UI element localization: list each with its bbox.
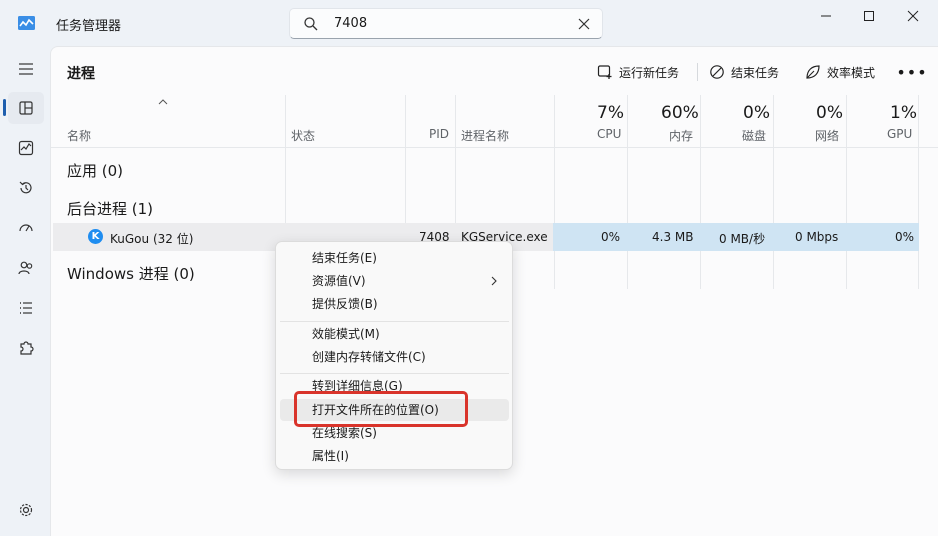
column-header-gpu[interactable]: GPU <box>887 127 912 141</box>
menu-item-resource-values[interactable]: 资源值(V) <box>280 270 509 292</box>
column-header-cpu[interactable]: CPU <box>597 127 621 141</box>
disk-total[interactable]: 0% <box>743 103 770 123</box>
column-header-process-name[interactable]: 进程名称 <box>461 127 509 144</box>
nav-details[interactable] <box>8 292 44 324</box>
toolbar-divider <box>697 63 698 81</box>
close-icon <box>907 10 919 22</box>
column-header-status[interactable]: 状态 <box>291 127 315 144</box>
group-windows-processes: Windows 进程 (0) <box>67 265 195 283</box>
maximize-button[interactable] <box>846 0 892 32</box>
column-divider <box>554 95 555 289</box>
gear-icon <box>19 503 33 517</box>
efficiency-mode-button[interactable]: 效率模式 <box>805 61 875 83</box>
gpu-total[interactable]: 1% <box>890 103 917 123</box>
processes-icon <box>19 101 33 115</box>
group-apps: 应用 (0) <box>67 162 124 180</box>
column-header-pid[interactable]: PID <box>429 127 449 141</box>
column-divider <box>773 95 774 289</box>
kugou-app-icon: K <box>88 229 103 244</box>
search-icon <box>304 17 318 31</box>
column-header-network[interactable]: 网络 <box>815 127 839 144</box>
nav-services[interactable] <box>8 332 44 364</box>
end-task-icon <box>710 65 724 79</box>
column-header-disk[interactable]: 磁盘 <box>742 127 766 144</box>
hamburger-menu-button[interactable] <box>8 53 44 85</box>
menu-item-resource-values-label: 资源值(V) <box>312 274 366 288</box>
run-new-task-icon <box>597 65 612 79</box>
column-divider <box>846 95 847 289</box>
menu-item-go-to-details[interactable]: 转到详细信息(G) <box>280 375 509 397</box>
speedometer-icon <box>19 224 33 232</box>
column-header-name[interactable]: 名称 <box>67 127 91 144</box>
search-value: 7408 <box>334 16 368 31</box>
leaf-icon <box>806 65 820 79</box>
services-puzzle-icon <box>20 341 34 355</box>
more-options-button[interactable]: ••• <box>896 61 926 83</box>
clear-search-icon[interactable] <box>577 17 591 31</box>
menu-item-feedback[interactable]: 提供反馈(B) <box>280 293 509 315</box>
run-new-task-label: 运行新任务 <box>619 65 680 80</box>
header-divider <box>51 147 938 148</box>
end-task-button[interactable]: 结束任务 <box>709 61 779 83</box>
sort-ascending-icon[interactable] <box>158 99 168 105</box>
menu-item-efficiency-mode[interactable]: 效能模式(M) <box>280 323 509 345</box>
task-manager-icon <box>18 16 35 30</box>
gpu-cell: 0% <box>895 230 915 244</box>
nav-startup-apps[interactable] <box>8 212 44 244</box>
cpu-cell: 0% <box>601 230 621 244</box>
nav-settings[interactable] <box>8 494 44 526</box>
nav-processes[interactable] <box>8 92 44 124</box>
network-cell: 0 Mbps <box>795 230 839 244</box>
group-background-processes: 后台进程 (1) <box>67 200 154 218</box>
menu-item-open-file-location[interactable]: 打开文件所在的位置(O) <box>280 399 509 421</box>
close-button[interactable] <box>890 0 936 32</box>
maximize-icon <box>864 11 874 21</box>
cpu-total[interactable]: 7% <box>597 103 624 123</box>
menu-item-properties[interactable]: 属性(I) <box>280 445 509 467</box>
disk-cell: 0 MB/秒 <box>719 232 766 246</box>
menu-item-search-online[interactable]: 在线搜索(S) <box>280 422 509 444</box>
nav-active-indicator <box>3 99 6 116</box>
process-name-cell: KuGou (32 位) <box>110 232 194 246</box>
hamburger-icon <box>19 63 33 75</box>
context-menu: 结束任务(E) 资源值(V) 提供反馈(B) 效能模式(M) 创建内存转储文件(… <box>275 241 513 470</box>
history-icon <box>19 181 32 194</box>
chevron-right-icon <box>491 276 497 286</box>
search-input[interactable]: 7408 <box>289 8 603 39</box>
minimize-button[interactable] <box>803 0 849 32</box>
menu-item-end-task[interactable]: 结束任务(E) <box>280 247 509 269</box>
window-title: 任务管理器 <box>56 19 122 34</box>
more-icon: ••• <box>896 62 928 82</box>
network-total[interactable]: 0% <box>816 103 843 123</box>
memory-cell: 4.3 MB <box>652 230 694 244</box>
page-title: 进程 <box>67 66 95 82</box>
column-divider <box>918 95 919 289</box>
nav-performance[interactable] <box>8 132 44 164</box>
minimize-icon <box>821 15 831 17</box>
column-header-memory[interactable]: 内存 <box>669 127 693 144</box>
details-list-icon <box>20 302 32 314</box>
efficiency-mode-label: 效率模式 <box>827 65 876 80</box>
run-new-task-button[interactable]: 运行新任务 <box>597 61 679 83</box>
menu-separator <box>280 321 509 322</box>
nav-users[interactable] <box>8 252 44 284</box>
menu-separator <box>280 373 509 374</box>
memory-total[interactable]: 60% <box>661 103 699 123</box>
title-bar: 任务管理器 7408 <box>0 0 938 46</box>
menu-item-create-dump[interactable]: 创建内存转储文件(C) <box>280 346 509 368</box>
end-task-label: 结束任务 <box>731 65 780 80</box>
performance-icon <box>18 140 34 156</box>
column-divider <box>627 95 628 289</box>
nav-app-history[interactable] <box>8 172 44 204</box>
column-divider <box>700 95 701 289</box>
users-icon <box>18 261 33 275</box>
